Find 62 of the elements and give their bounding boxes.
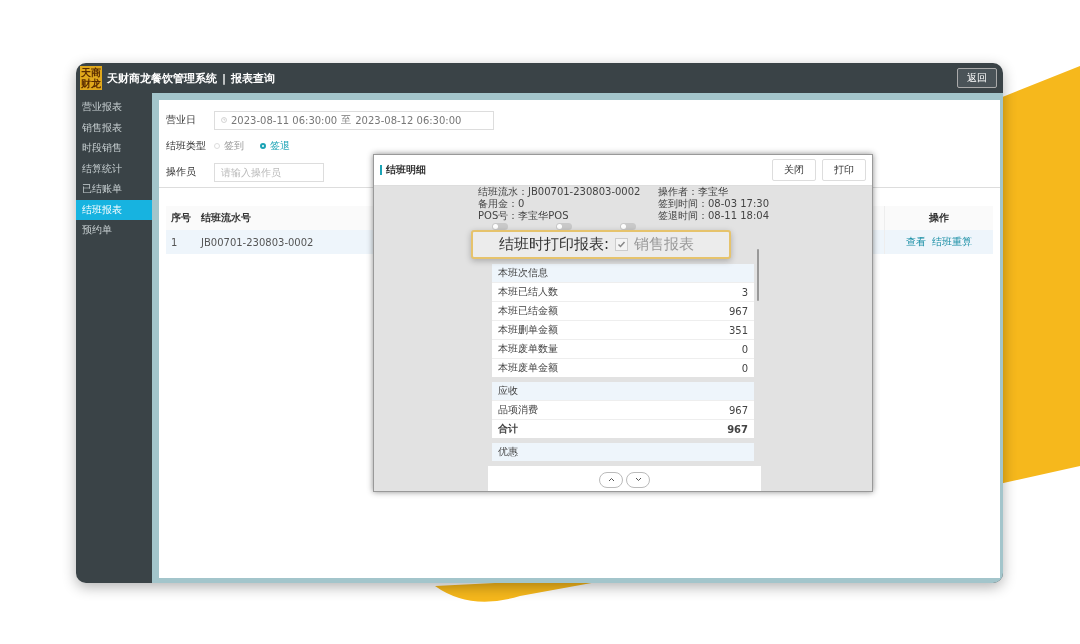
section-header: 本班次信息	[492, 264, 754, 282]
scrollbar[interactable]	[757, 249, 759, 301]
column-header: 序号	[166, 206, 196, 230]
row-value: 0	[741, 362, 748, 374]
row-value: 3	[741, 286, 748, 298]
callout-label: 结班时打印报表:	[499, 235, 610, 254]
sidebar-item[interactable]: 时段销售	[76, 138, 152, 159]
row-label: 本班删单金额	[498, 323, 558, 337]
app-name: 天财商龙餐饮管理系统	[107, 70, 217, 86]
operator-input[interactable]: 请输入操作员	[214, 162, 324, 182]
check-icon	[617, 240, 627, 249]
info-text: 结班流水：JB00701-230803-0002	[478, 186, 642, 198]
date-range-field[interactable]: 2023-08-11 06:30:00 至 2023-08-12 06:30:00	[214, 110, 494, 130]
sidebar-item[interactable]: 结算统计	[76, 158, 152, 179]
row-value: 351	[728, 324, 748, 336]
sidebar-item[interactable]: 销售报表	[76, 117, 152, 138]
row-label: 本班废单数量	[498, 342, 558, 356]
sidebar-item[interactable]: 已结账单	[76, 179, 152, 200]
page-title: 报表查询	[231, 70, 276, 86]
row-value: 0	[741, 343, 748, 355]
chevron-down-icon	[634, 477, 642, 482]
row-value: 967	[728, 404, 748, 416]
info-text: 签退时间：08-11 18:04	[658, 210, 771, 222]
row-label: 本班废单金额	[498, 361, 558, 375]
row-label: 本班已结人数	[498, 285, 558, 299]
info-text: 签到时间：08-03 17:30	[658, 198, 771, 210]
info-text: 备用金：0	[478, 198, 526, 210]
checkbox[interactable]	[615, 238, 629, 251]
chevron-up-icon	[607, 477, 615, 482]
scroll-down-button[interactable]	[626, 471, 650, 488]
checkbox-label: 销售报表	[634, 235, 695, 254]
toggle-switch[interactable]	[492, 223, 508, 230]
action-link[interactable]: 结班重算	[932, 236, 972, 247]
row-value: 967	[728, 305, 748, 317]
toggle-switch[interactable]	[556, 223, 572, 230]
sidebar-item[interactable]: 营业报表	[76, 97, 152, 118]
section-header: 优惠	[492, 443, 754, 461]
info-text: 操作者：李宝华	[658, 186, 729, 198]
column-header: 操作	[884, 206, 993, 230]
row-label: 合计	[498, 422, 518, 436]
row-label: 品项消费	[498, 403, 538, 417]
back-button[interactable]: 返回	[957, 68, 997, 88]
row-value: 967	[727, 423, 748, 435]
field-label: 营业日	[166, 113, 197, 127]
sidebar-item[interactable]: 预约单	[76, 220, 152, 241]
clock-icon	[221, 117, 227, 123]
table-cell: JB00701-230803-0002	[196, 230, 326, 254]
toggle-switch[interactable]	[620, 223, 636, 230]
modal-button[interactable]: 关闭	[772, 159, 816, 181]
column-header: 结班流水号	[196, 206, 326, 230]
modal-button[interactable]: 打印	[822, 159, 866, 181]
title-separator: |	[222, 71, 227, 85]
scroll-up-button[interactable]	[599, 471, 623, 488]
info-text: POS号：李宝华POS	[478, 210, 570, 222]
field-label: 结班类型	[166, 139, 207, 153]
modal-title: 结班明细	[386, 163, 427, 177]
table-cell: 1	[166, 230, 196, 254]
action-link[interactable]: 查看	[906, 236, 926, 247]
field-label: 操作员	[166, 165, 197, 179]
logo: 天商 财龙	[80, 66, 102, 90]
section-header: 应收	[492, 382, 754, 400]
row-label: 本班已结金额	[498, 304, 558, 318]
